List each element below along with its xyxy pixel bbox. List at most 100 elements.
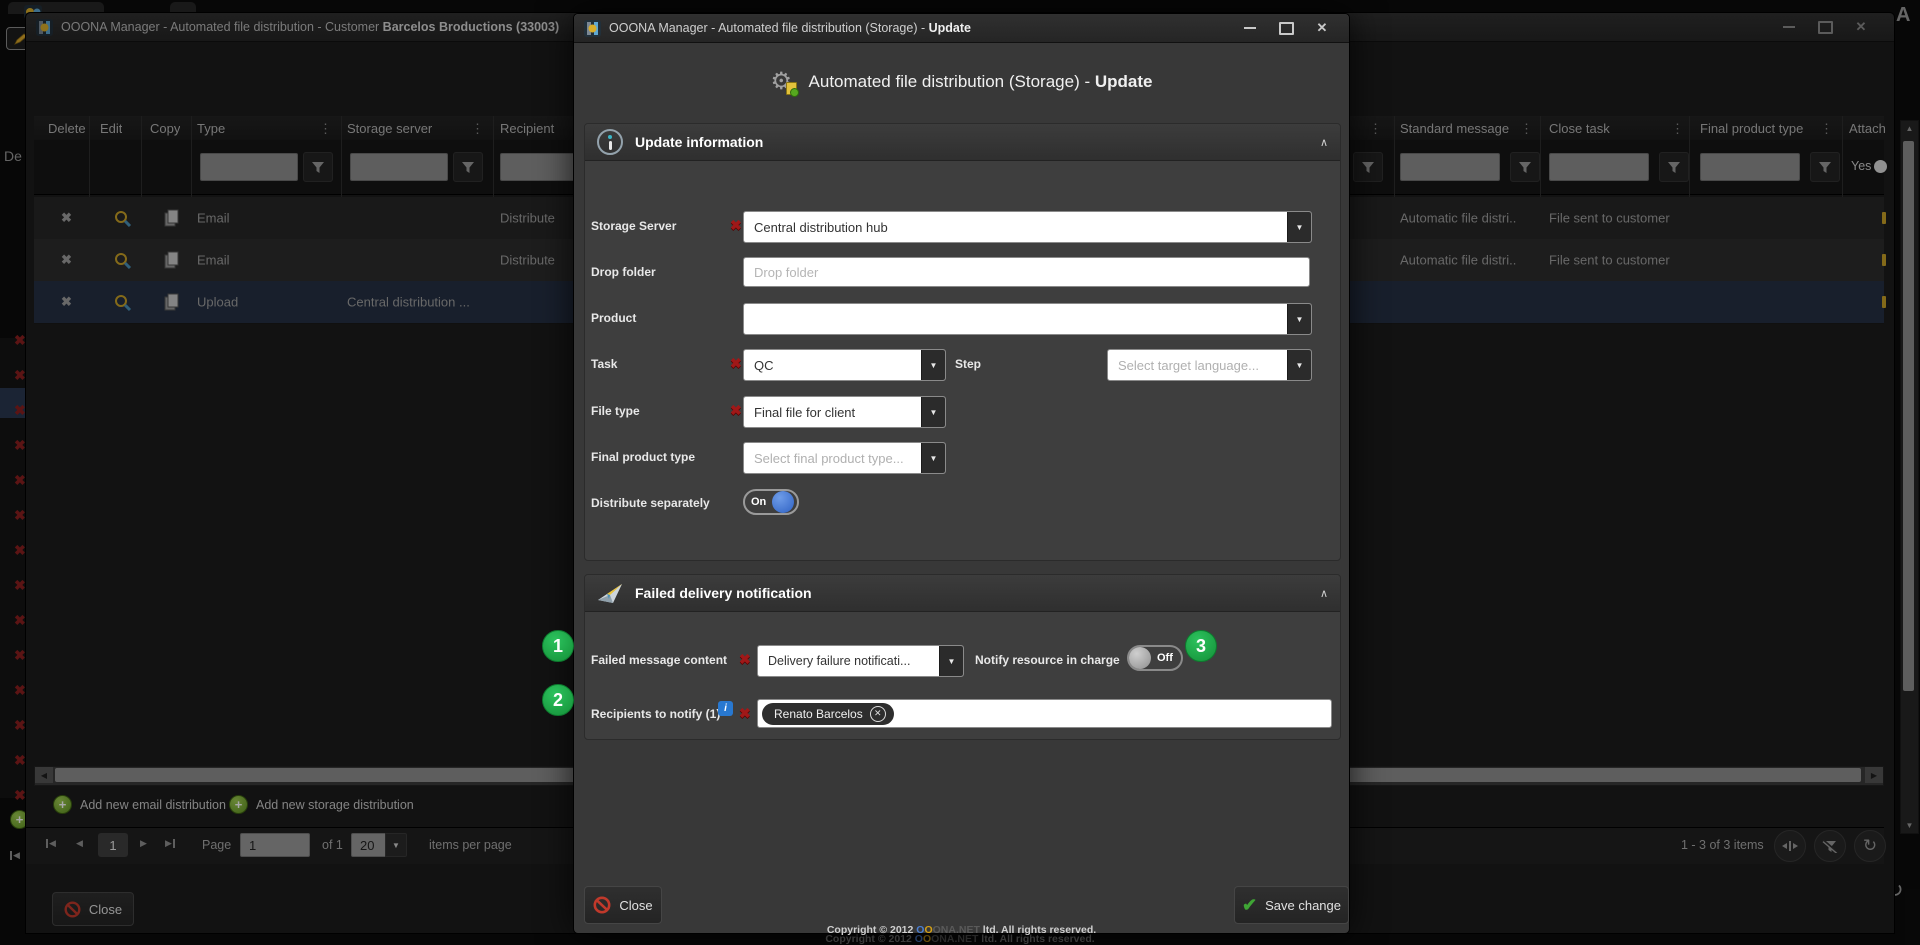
dropdown-arrow-icon[interactable]: ▼ (1287, 212, 1311, 242)
close-button[interactable]: ✕ (1311, 19, 1333, 37)
failed-delivery-header[interactable]: Failed delivery notification ∧ (585, 575, 1340, 612)
attach-filter-yes[interactable]: Yes (1851, 159, 1887, 173)
file-type-select[interactable]: Final file for client ▼ (743, 396, 946, 428)
fit-columns-button[interactable] (1774, 830, 1806, 862)
delete-icon[interactable]: ✖ (14, 437, 26, 454)
scroll-down-icon[interactable]: ▼ (1901, 821, 1918, 830)
delete-icon[interactable]: ✖ (14, 402, 26, 419)
delete-icon[interactable]: ✖ (14, 717, 26, 734)
filter-button-close-task[interactable] (1659, 152, 1689, 182)
per-page-dropdown-arrow[interactable]: ▼ (385, 833, 407, 857)
col-header-type[interactable]: Type (197, 121, 225, 136)
col-menu-icon[interactable]: ⋮ (1820, 121, 1833, 137)
row-edit-icon[interactable] (114, 210, 132, 228)
col-header-standard-message[interactable]: Standard message (1400, 121, 1509, 136)
col-header-close-task[interactable]: Close task (1549, 121, 1610, 136)
add-new-email-distribution[interactable]: + Add new email distribution (53, 795, 226, 814)
task-select[interactable]: QC ▼ (743, 349, 946, 381)
recipients-input[interactable]: Renato Barcelos ✕ (757, 699, 1332, 728)
delete-icon[interactable]: ✖ (14, 332, 26, 349)
filter-input-close-task[interactable] (1549, 153, 1649, 181)
col-header-edit[interactable]: Edit (100, 121, 122, 136)
step-select[interactable]: Select target language... ▼ (1107, 349, 1312, 381)
storage-server-select[interactable]: Central distribution hub ▼ (743, 211, 1312, 243)
col-menu-icon[interactable]: ⋮ (319, 121, 332, 137)
delete-icon[interactable]: ✖ (14, 542, 26, 559)
close-button[interactable]: ✕ (1850, 18, 1872, 36)
row-copy-icon[interactable] (164, 209, 179, 227)
dropdown-arrow-icon[interactable]: ▼ (1287, 304, 1311, 334)
col-menu-icon[interactable]: ⋮ (471, 121, 484, 137)
save-change-button[interactable]: ✔ Save change (1234, 886, 1349, 924)
maximize-button[interactable] (1814, 18, 1836, 36)
first-page-button[interactable]: ◀ (46, 838, 56, 849)
last-page-button[interactable]: ▶ (165, 838, 175, 849)
avatar[interactable]: A (1896, 4, 1910, 27)
dropdown-arrow-icon[interactable]: ▼ (921, 443, 945, 473)
final-product-type-select[interactable]: Select final product type... ▼ (743, 442, 946, 474)
chevron-up-icon[interactable]: ∧ (1320, 136, 1328, 149)
delete-icon[interactable]: ✖ (14, 752, 26, 769)
col-menu-icon[interactable]: ⋮ (1369, 121, 1382, 137)
delete-icon[interactable]: ✖ (14, 577, 26, 594)
dropdown-arrow-icon[interactable]: ▼ (1287, 350, 1311, 380)
row-copy-icon[interactable] (164, 293, 179, 311)
col-header-final-product-type[interactable]: Final product type (1700, 121, 1803, 136)
product-select[interactable]: ▼ (743, 303, 1312, 335)
delete-icon[interactable]: ✖ (14, 612, 26, 629)
filter-button-standard-message[interactable] (1510, 152, 1540, 182)
maximize-button[interactable] (1275, 19, 1297, 37)
filter-input-type[interactable] (200, 153, 298, 181)
clear-filter-button[interactable] (1814, 830, 1846, 862)
failed-message-content-select[interactable]: Delivery failure notificati... ▼ (757, 645, 964, 677)
delete-icon[interactable]: ✖ (14, 507, 26, 524)
filter-input-final-product-type[interactable] (1700, 153, 1800, 181)
next-page-button[interactable]: ▶ (140, 838, 147, 849)
vertical-scrollbar[interactable]: ▲ ▼ (1900, 120, 1919, 834)
notify-resource-toggle[interactable]: Off (1127, 645, 1183, 671)
col-header-storage-server[interactable]: Storage server (347, 121, 432, 136)
minimize-button[interactable] (1239, 19, 1261, 37)
page-input[interactable]: 1 (240, 833, 310, 857)
row-copy-icon[interactable] (164, 251, 179, 269)
row-delete-icon[interactable]: ✖ (61, 294, 72, 310)
filter-button-final-product-type[interactable] (1810, 152, 1840, 182)
filter-button-type[interactable] (303, 152, 333, 182)
chevron-up-icon[interactable]: ∧ (1320, 587, 1328, 600)
back-first-page-icon[interactable]: ◀ (10, 850, 20, 861)
col-header-copy[interactable]: Copy (150, 121, 180, 136)
row-delete-icon[interactable]: ✖ (61, 210, 72, 226)
modal-close-button[interactable]: Close (584, 886, 662, 924)
scroll-up-icon[interactable]: ▲ (1901, 124, 1918, 133)
distribute-separately-toggle[interactable]: On (743, 489, 799, 515)
delete-icon[interactable]: ✖ (14, 367, 26, 384)
radio-icon[interactable] (1874, 160, 1887, 173)
vertical-scrollbar-thumb[interactable] (1903, 141, 1914, 691)
info-icon[interactable]: i (718, 701, 733, 716)
page-number-button[interactable]: 1 (98, 833, 128, 857)
filter-input-standard-message[interactable] (1400, 153, 1500, 181)
dropdown-arrow-icon[interactable]: ▼ (921, 350, 945, 380)
chip-remove-icon[interactable]: ✕ (870, 706, 886, 722)
dropdown-arrow-icon[interactable]: ▼ (939, 646, 963, 676)
col-header-delete[interactable]: Delete (48, 121, 88, 136)
filter-button-storage[interactable] (453, 152, 483, 182)
recipient-chip[interactable]: Renato Barcelos ✕ (762, 703, 894, 725)
drop-folder-input[interactable] (743, 257, 1310, 287)
update-information-header[interactable]: Update information ∧ (585, 124, 1340, 161)
delete-icon[interactable]: ✖ (14, 647, 26, 664)
row-edit-icon[interactable] (114, 252, 132, 270)
minimize-button[interactable] (1778, 18, 1800, 36)
delete-icon[interactable]: ✖ (14, 787, 26, 804)
col-header-attach[interactable]: Attach (1849, 121, 1889, 136)
delete-icon[interactable]: ✖ (14, 472, 26, 489)
filter-button-recipient[interactable] (1353, 152, 1383, 182)
delete-icon[interactable]: ✖ (14, 682, 26, 699)
dropdown-arrow-icon[interactable]: ▼ (921, 397, 945, 427)
row-delete-icon[interactable]: ✖ (61, 252, 72, 268)
add-new-storage-distribution[interactable]: + Add new storage distribution (229, 795, 414, 814)
scroll-left-icon[interactable]: ◀ (35, 767, 53, 783)
filter-input-storage[interactable] (350, 153, 448, 181)
mid-close-button[interactable]: Close (52, 892, 134, 926)
col-header-recipient[interactable]: Recipient (500, 121, 568, 136)
